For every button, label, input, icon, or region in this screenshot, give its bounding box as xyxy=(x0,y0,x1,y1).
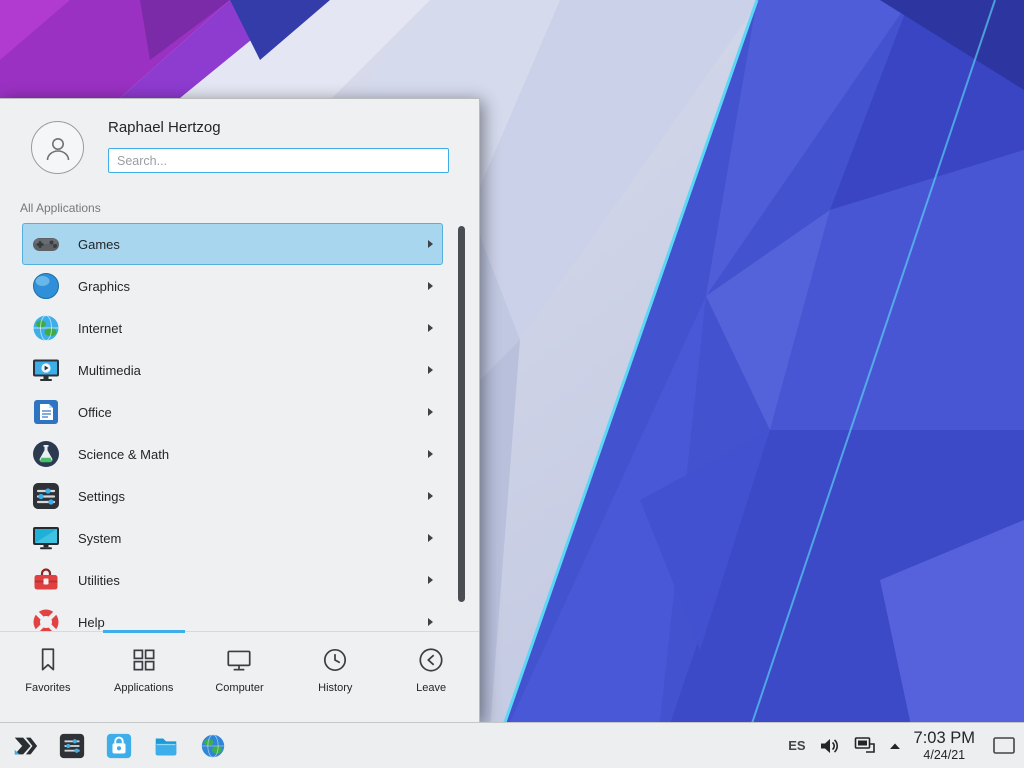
volume-button[interactable] xyxy=(819,736,841,756)
life-ring-icon xyxy=(30,606,62,631)
submenu-arrow-icon xyxy=(428,366,433,374)
app-launcher-icon xyxy=(11,732,39,760)
tray-expander-button[interactable] xyxy=(889,742,901,750)
section-label: All Applications xyxy=(20,201,101,215)
category-multimedia[interactable]: Multimedia xyxy=(22,349,443,391)
browser-globe-icon xyxy=(199,732,227,760)
digital-clock[interactable]: 7:03 PM 4/24/21 xyxy=(914,729,975,761)
computer-icon xyxy=(224,645,254,675)
search-input[interactable] xyxy=(108,148,449,173)
tab-favorites[interactable]: Favorites xyxy=(0,632,96,723)
file-manager-button[interactable] xyxy=(151,731,181,761)
tab-leave[interactable]: Leave xyxy=(383,632,479,723)
submenu-arrow-icon xyxy=(428,618,433,626)
globe-icon xyxy=(30,312,62,344)
taskbar: ES 7:03 PM 4/24/21 xyxy=(0,722,1024,768)
app-launcher-button[interactable] xyxy=(10,731,40,761)
submenu-arrow-icon xyxy=(428,324,433,332)
app-grid-icon xyxy=(129,645,159,675)
chevron-up-icon xyxy=(889,742,901,750)
user-icon xyxy=(42,132,74,164)
user-name: Raphael Hertzog xyxy=(108,119,221,136)
discover-button[interactable] xyxy=(104,731,134,761)
leave-icon xyxy=(416,645,446,675)
submenu-arrow-icon xyxy=(428,534,433,542)
discover-icon xyxy=(105,732,133,760)
keyboard-layout-indicator[interactable]: ES xyxy=(788,738,805,753)
category-help[interactable]: Help xyxy=(22,601,443,631)
volume-icon xyxy=(819,736,841,756)
bookmark-icon xyxy=(33,645,63,675)
system-tray: ES 7:03 PM 4/24/21 xyxy=(788,729,1024,761)
category-graphics[interactable]: Graphics xyxy=(22,265,443,307)
monitor-play-icon xyxy=(30,354,62,386)
sliders-icon xyxy=(30,480,62,512)
category-games[interactable]: Games xyxy=(22,223,443,265)
submenu-arrow-icon xyxy=(428,450,433,458)
category-internet[interactable]: Internet xyxy=(22,307,443,349)
category-list: Games Graphics Internet Multimedia xyxy=(0,223,479,631)
document-icon xyxy=(30,396,62,428)
system-settings-icon xyxy=(58,732,86,760)
category-settings[interactable]: Settings xyxy=(22,475,443,517)
category-system[interactable]: System xyxy=(22,517,443,559)
submenu-arrow-icon xyxy=(428,492,433,500)
clock-date: 4/24/21 xyxy=(914,748,975,762)
toolbox-icon xyxy=(30,564,62,596)
show-desktop-button[interactable] xyxy=(992,737,1016,755)
network-button[interactable] xyxy=(854,736,876,755)
taskbar-apps xyxy=(0,731,228,761)
folder-icon xyxy=(152,732,180,760)
system-settings-button[interactable] xyxy=(57,731,87,761)
submenu-arrow-icon xyxy=(428,576,433,584)
blue-sphere-icon xyxy=(30,270,62,302)
show-desktop-icon xyxy=(993,737,1015,754)
gamepad-icon xyxy=(30,228,62,260)
user-avatar[interactable] xyxy=(31,121,84,174)
tab-applications[interactable]: Applications xyxy=(96,632,192,723)
network-icon xyxy=(854,736,876,755)
category-science-math[interactable]: Science & Math xyxy=(22,433,443,475)
submenu-arrow-icon xyxy=(428,240,433,248)
flask-icon xyxy=(30,438,62,470)
clock-icon xyxy=(320,645,350,675)
submenu-arrow-icon xyxy=(428,408,433,416)
tab-computer[interactable]: Computer xyxy=(192,632,288,723)
category-utilities[interactable]: Utilities xyxy=(22,559,443,601)
clock-time: 7:03 PM xyxy=(914,729,975,747)
submenu-arrow-icon xyxy=(428,282,433,290)
application-launcher-panel: Raphael Hertzog All Applications Games G… xyxy=(0,98,480,722)
web-browser-button[interactable] xyxy=(198,731,228,761)
scrollbar-thumb[interactable] xyxy=(458,226,465,602)
monitor-icon xyxy=(30,522,62,554)
launcher-tab-bar: Favorites Applications Computer History … xyxy=(0,631,479,723)
category-office[interactable]: Office xyxy=(22,391,443,433)
tab-history[interactable]: History xyxy=(287,632,383,723)
